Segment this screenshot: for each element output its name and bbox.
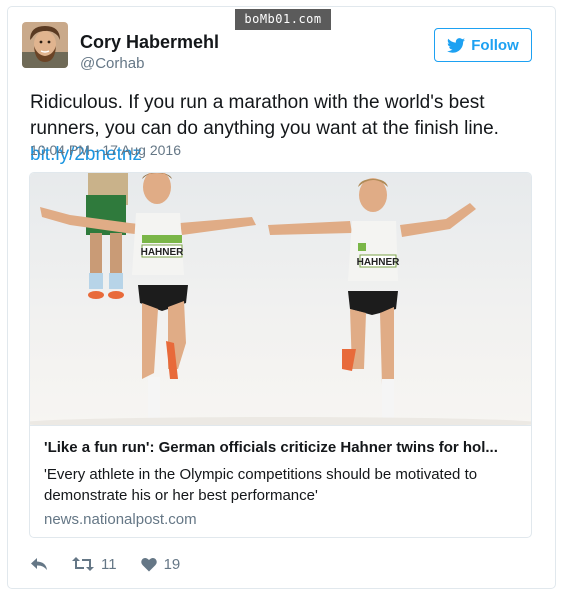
link-description: 'Every athlete in the Olympic competitio… bbox=[44, 466, 478, 504]
link-title[interactable]: 'Like a fun run': German officials criti… bbox=[44, 439, 514, 456]
link-preview-card[interactable]: HAHNER HAHNER 'Like a fun run': German o… bbox=[29, 172, 532, 538]
tweet-body: Ridiculous. If you run a marathon with t… bbox=[30, 92, 499, 139]
reply-icon bbox=[31, 558, 47, 570]
left-bib-text: HAHNER bbox=[141, 247, 185, 258]
avatar-image bbox=[22, 22, 68, 68]
tweet-timestamp[interactable]: 10:04 PM - 17 Aug 2016 bbox=[30, 142, 181, 158]
like-button[interactable]: 19 bbox=[140, 555, 181, 573]
heart-icon bbox=[140, 557, 157, 571]
follow-label: Follow bbox=[471, 36, 519, 54]
retweet-button[interactable]: 11 bbox=[72, 556, 117, 573]
retweet-icon bbox=[72, 557, 94, 571]
reply-button[interactable] bbox=[30, 556, 48, 572]
tweet-actions: 11 19 bbox=[30, 553, 180, 575]
avatar[interactable] bbox=[22, 22, 68, 68]
link-preview-body[interactable]: 'Like a fun run': German officials criti… bbox=[30, 425, 531, 537]
link-preview-image[interactable]: HAHNER HAHNER bbox=[30, 173, 532, 425]
right-bib-text: HAHNER bbox=[357, 257, 401, 268]
twitter-bird-icon bbox=[447, 37, 466, 53]
follow-button[interactable]: Follow bbox=[434, 28, 532, 62]
watermark: boMb01.com bbox=[235, 9, 331, 30]
link-domain: news.nationalpost.com bbox=[44, 511, 197, 528]
author-name[interactable]: Cory Habermehl bbox=[80, 32, 219, 53]
author-handle[interactable]: @Corhab bbox=[80, 55, 144, 72]
like-count: 19 bbox=[163, 555, 181, 573]
retweet-count: 11 bbox=[101, 555, 117, 573]
